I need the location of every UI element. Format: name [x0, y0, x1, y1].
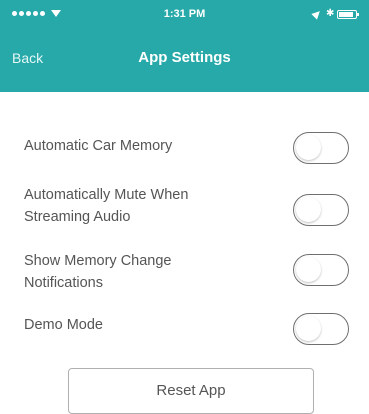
nav-header: 1:31 PM ✱ Back App Settings — [0, 0, 369, 92]
reset-app-button[interactable]: Reset App — [68, 368, 314, 414]
setting-row-auto-mute: Automatically Mute When Streaming Audio — [0, 180, 369, 240]
toggle-knob — [296, 197, 321, 222]
auto-mute-toggle[interactable] — [293, 194, 349, 226]
status-bar: 1:31 PM ✱ — [0, 0, 369, 28]
setting-label: Show Memory Change Notifications — [24, 253, 172, 291]
location-icon — [311, 8, 323, 20]
setting-label: Demo Mode — [24, 317, 103, 333]
toggle-knob — [296, 257, 321, 282]
setting-label: Automatically Mute When Streaming Audio — [24, 187, 189, 225]
battery-icon — [337, 9, 359, 19]
setting-row-demo-mode: Demo Mode — [0, 310, 369, 370]
setting-row-memory-notifications: Show Memory Change Notifications — [0, 250, 369, 310]
bluetooth-icon: ✱ — [326, 8, 335, 19]
page-title: App Settings — [138, 49, 231, 66]
toggle-knob — [296, 316, 321, 341]
setting-label: Automatic Car Memory — [24, 138, 173, 154]
setting-row-automatic-car-memory: Automatic Car Memory — [0, 127, 369, 187]
status-icons: ✱ — [311, 8, 359, 20]
toggle-knob — [296, 135, 321, 160]
automatic-car-memory-toggle[interactable] — [293, 132, 349, 164]
memory-notifications-toggle[interactable] — [293, 254, 349, 286]
demo-mode-toggle[interactable] — [293, 313, 349, 345]
